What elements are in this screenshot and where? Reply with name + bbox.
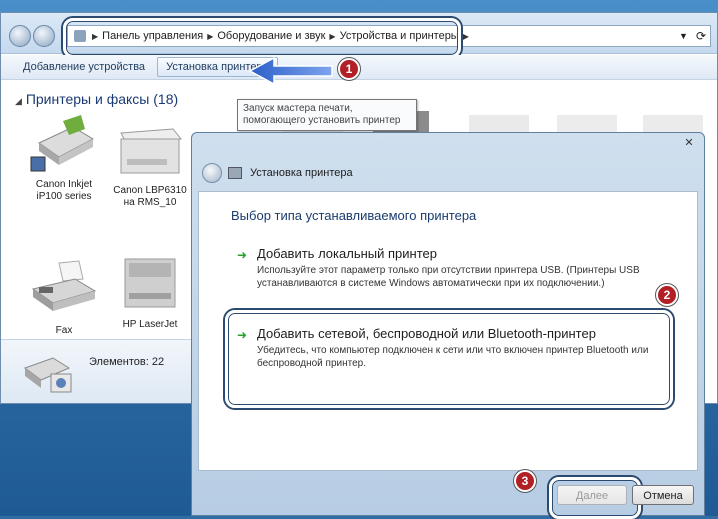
tooltip: Запуск мастера печати, помогающего устан… [237,99,417,131]
group-title: Принтеры и факсы (18) [25,91,179,107]
printer-hp-laserjet[interactable]: HP LaserJet [107,253,193,331]
device-name: Canon LBP6310 [113,185,187,196]
device-name: Fax [55,325,73,336]
details-pane: Элементов: 22 [1,339,201,403]
step-badge-1: 1 [338,58,360,80]
green-arrow-icon: ➜ [237,248,248,262]
printer-canon-inkjet[interactable]: Canon Inkjet iP100 series [21,113,107,203]
dialog-title: Установка принтера [250,167,353,179]
close-icon[interactable]: ✕ [682,136,696,149]
step-badge-3: 3 [514,470,536,492]
item-count: Элементов: 22 [89,356,165,368]
printer-canon-lbp6310[interactable]: Canon LBP6310 на RMS_10 [107,119,193,209]
group-header[interactable]: ◢ Принтеры и факсы (18) [15,91,178,107]
printer-icon [228,167,242,179]
inkjet-printer-icon [29,113,99,175]
fax-icon [29,259,99,321]
dialog-content: Выбор типа устанавливаемого принтера ➜ Д… [198,191,698,471]
printer-fax[interactable]: Fax [21,259,107,337]
device-name: Canon Inkjet [35,179,93,190]
laser-printer-icon [115,119,185,181]
collapse-triangle-icon: ◢ [15,96,22,106]
add-printer-dialog: ✕ Установка принтера Выбор типа устанавл… [191,132,705,519]
dropdown-arrow-icon[interactable]: ▼ [679,31,688,41]
forward-button[interactable] [33,25,55,47]
device-name: HP LaserJet [122,319,178,330]
devices-icon [21,348,75,398]
address-highlight-frame [63,18,461,58]
back-button[interactable] [9,25,31,47]
callout-arrow-icon [248,56,333,86]
add-device-button[interactable]: Добавление устройства [15,58,153,76]
laser-printer-icon [115,253,185,315]
dialog-heading: Выбор типа устанавливаемого принтера [231,208,477,223]
chevron-right-icon: ▶ [462,31,469,41]
back-button[interactable] [202,163,222,183]
step-badge-2: 2 [656,284,678,306]
device-name-line2: на RMS_10 [123,197,177,208]
address-bar-row: ▶ Панель управления ▶ Оборудование и зву… [1,13,717,58]
dialog-header: Установка принтера [198,157,698,191]
device-name-line2: iP100 series [36,191,92,202]
add-local-printer-option[interactable]: Добавить локальный принтер [257,246,437,261]
cancel-button[interactable]: Отмена [632,485,694,505]
add-local-printer-desc: Используйте этот параметр только при отс… [257,265,640,289]
option-highlight-frame [225,310,673,408]
refresh-icon[interactable]: ⟳ [696,29,706,43]
next-button[interactable]: Далее [557,485,627,505]
dialog-footer: Далее Отмена [192,471,704,519]
